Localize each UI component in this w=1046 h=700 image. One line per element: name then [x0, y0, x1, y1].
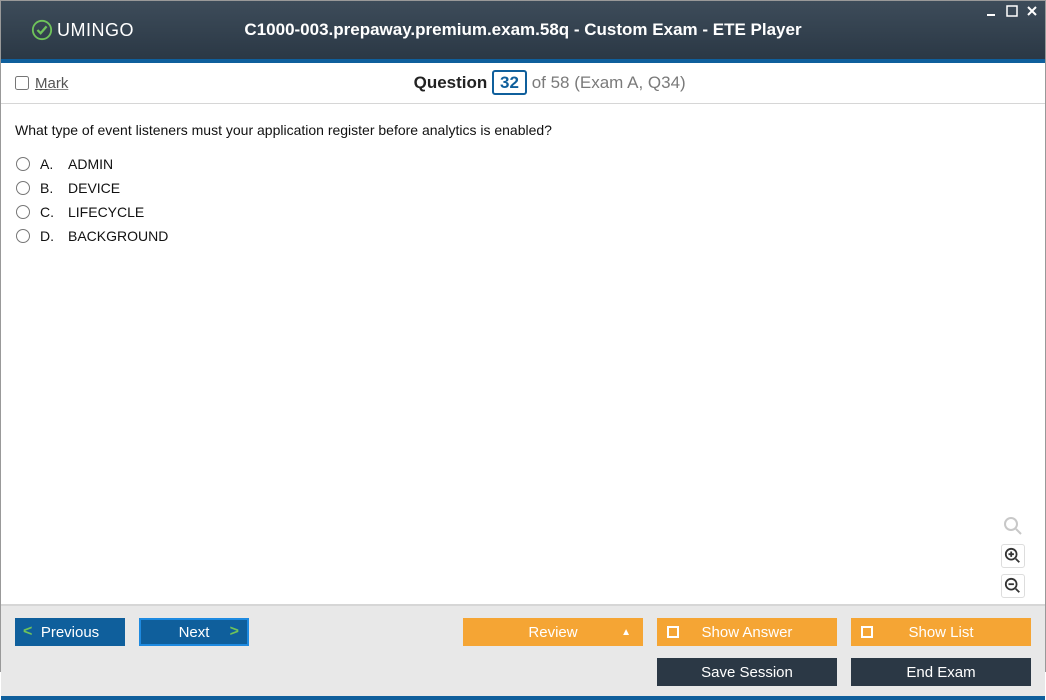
save-session-label: Save Session: [701, 664, 793, 681]
option-c-radio[interactable]: [16, 205, 30, 219]
next-button[interactable]: Next >: [139, 618, 249, 646]
question-text: What type of event listeners must your a…: [15, 122, 1031, 138]
option-d[interactable]: D. BACKGROUND: [16, 228, 1031, 244]
previous-label: Previous: [41, 624, 99, 641]
question-header: Mark Question 32 of 58 (Exam A, Q34): [1, 63, 1045, 104]
review-button[interactable]: Review ▲: [463, 618, 643, 646]
option-text: BACKGROUND: [68, 228, 168, 244]
minimize-button[interactable]: [985, 4, 999, 18]
footer: < Previous Next > Review ▲ Show Answer S…: [1, 604, 1045, 696]
question-word: Question: [414, 73, 488, 92]
zoom-tools: [1001, 514, 1025, 598]
next-label: Next: [179, 624, 210, 641]
save-session-button[interactable]: Save Session: [657, 658, 837, 686]
app-logo: UMINGO: [31, 19, 134, 41]
question-total: of 58 (Exam A, Q34): [532, 73, 686, 92]
show-list-label: Show List: [908, 624, 973, 641]
zoom-out-button[interactable]: [1001, 574, 1025, 598]
chevron-right-icon: >: [230, 623, 239, 641]
checkbox-icon: [667, 626, 679, 638]
checkbox-icon: [861, 626, 873, 638]
option-letter: B.: [40, 180, 58, 196]
option-d-radio[interactable]: [16, 229, 30, 243]
previous-button[interactable]: < Previous: [15, 618, 125, 646]
option-a-radio[interactable]: [16, 157, 30, 171]
logo-text: UMINGO: [57, 20, 134, 41]
bottom-separator: [1, 696, 1045, 700]
question-number: 32: [492, 70, 527, 95]
option-b-radio[interactable]: [16, 181, 30, 195]
option-text: LIFECYCLE: [68, 204, 144, 220]
option-a[interactable]: A. ADMIN: [16, 156, 1031, 172]
check-circle-icon: [31, 19, 53, 41]
triangle-up-icon: ▲: [621, 627, 631, 638]
options-list: A. ADMIN B. DEVICE C. LIFECYCLE D. BACKG…: [16, 156, 1031, 244]
option-b[interactable]: B. DEVICE: [16, 180, 1031, 196]
zoom-in-button[interactable]: [1001, 544, 1025, 568]
window-title: C1000-003.prepaway.premium.exam.58q - Cu…: [244, 20, 801, 40]
show-list-button[interactable]: Show List: [851, 618, 1031, 646]
option-letter: D.: [40, 228, 58, 244]
search-icon[interactable]: [1001, 514, 1025, 538]
mark-checkbox[interactable]: [15, 76, 29, 90]
mark-label: Mark: [35, 75, 68, 92]
option-text: ADMIN: [68, 156, 113, 172]
question-content: What type of event listeners must your a…: [1, 104, 1045, 604]
option-letter: A.: [40, 156, 58, 172]
mark-checkbox-wrap[interactable]: Mark: [15, 75, 68, 92]
option-letter: C.: [40, 204, 58, 220]
close-button[interactable]: [1025, 4, 1039, 18]
title-bar: UMINGO C1000-003.prepaway.premium.exam.5…: [1, 1, 1045, 59]
window-controls: [985, 4, 1039, 18]
review-label: Review: [528, 624, 577, 641]
option-c[interactable]: C. LIFECYCLE: [16, 204, 1031, 220]
show-answer-button[interactable]: Show Answer: [657, 618, 837, 646]
maximize-button[interactable]: [1005, 4, 1019, 18]
show-answer-label: Show Answer: [702, 624, 793, 641]
chevron-left-icon: <: [23, 623, 32, 641]
question-indicator: Question 32 of 58 (Exam A, Q34): [68, 73, 1031, 93]
end-exam-label: End Exam: [906, 664, 975, 681]
end-exam-button[interactable]: End Exam: [851, 658, 1031, 686]
option-text: DEVICE: [68, 180, 120, 196]
